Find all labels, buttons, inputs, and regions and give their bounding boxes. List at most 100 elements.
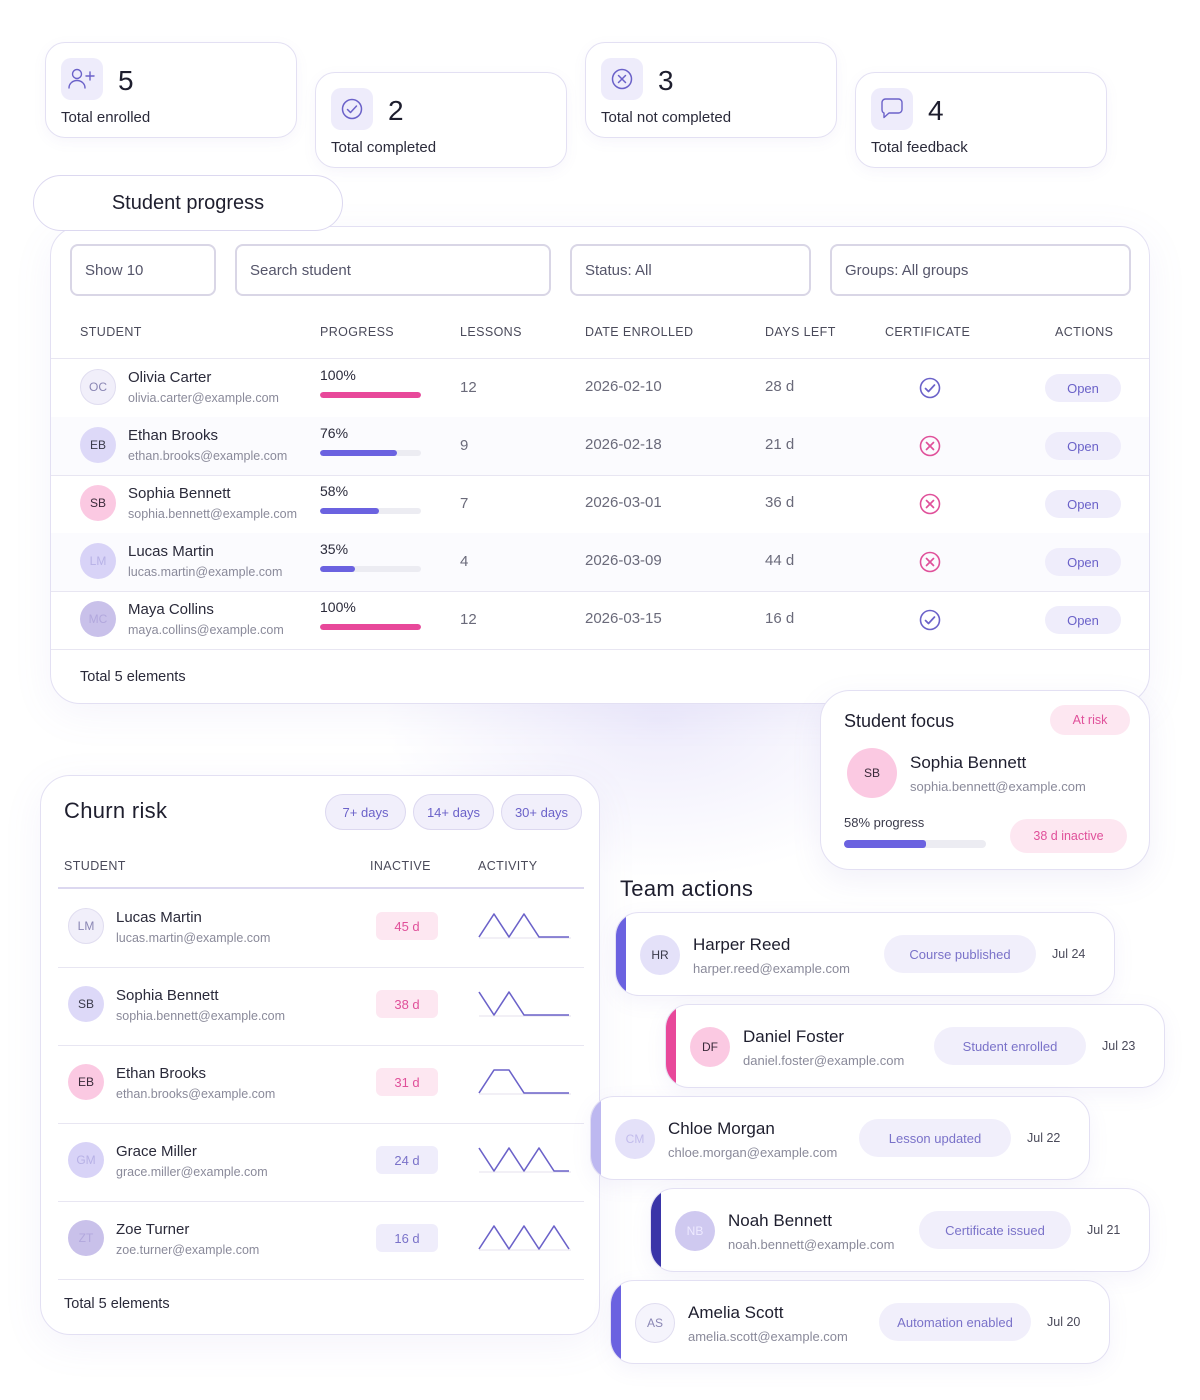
action-tag: Course published: [884, 935, 1036, 973]
avatar: EB: [80, 427, 116, 463]
churn-risk-card: Churn risk 7+ days 14+ days 30+ days STU…: [40, 775, 600, 1335]
stat-value: 2: [388, 95, 404, 126]
groups-select[interactable]: Groups: All groups: [830, 244, 1131, 296]
inactive-days-badge: 45 d: [376, 912, 438, 940]
column-header-student: STUDENT: [80, 325, 142, 339]
student-email: olivia.carter@example.com: [128, 391, 279, 405]
certificate-missing-icon: [919, 435, 941, 457]
stat-value: 5: [118, 65, 134, 96]
team-action-card[interactable]: DF Daniel Foster daniel.foster@example.com…: [665, 1004, 1165, 1088]
churn-risk-title: Churn risk: [64, 798, 168, 823]
team-action-card[interactable]: CM Chloe Morgan chloe.morgan@example.com Le…: [590, 1096, 1090, 1180]
open-button[interactable]: Open: [1045, 432, 1121, 460]
show-count-select[interactable]: Show 10: [70, 244, 216, 296]
team-action-card[interactable]: NB Noah Bennett noah.bennett@example.com Ce…: [650, 1188, 1150, 1272]
student-name: Ethan Brooks: [128, 427, 219, 444]
at-risk-badge: At risk: [1050, 705, 1130, 735]
search-input[interactable]: Search student: [235, 244, 551, 296]
student-name: Olivia Carter: [128, 369, 212, 386]
activity-line: [478, 913, 569, 938]
action-tag: Student enrolled: [934, 1027, 1086, 1065]
add-user-icon: [61, 58, 103, 100]
avatar: SB: [847, 748, 897, 798]
student-email: maya.collins@example.com: [128, 623, 284, 637]
table-row: LM Lucas Martin lucas.martin@example.com 45…: [58, 889, 584, 967]
certificate-issued-icon: [919, 377, 941, 399]
groups-value: Groups: All groups: [845, 261, 969, 279]
table-row: OC Olivia Carter olivia.carter@example.com…: [51, 359, 1149, 417]
progress-percent: 58%: [320, 483, 349, 499]
x-circle-icon: [601, 58, 643, 100]
member-name: Amelia Scott: [688, 1303, 784, 1322]
lessons-count: 9: [460, 437, 469, 454]
progress-percent: 76%: [320, 425, 349, 441]
activity-line: [478, 991, 569, 1016]
avatar: HR: [640, 935, 680, 975]
avatar: LM: [68, 908, 104, 944]
column-header-date-enrolled: DATE ENROLLED: [585, 325, 694, 339]
status-select[interactable]: Status: All: [570, 244, 811, 296]
open-button[interactable]: Open: [1045, 606, 1121, 634]
action-date: Jul 23: [1102, 1039, 1136, 1053]
member-name: Noah Bennett: [728, 1211, 832, 1230]
student-name: Zoe Turner: [116, 1221, 190, 1238]
member-email: harper.reed@example.com: [693, 961, 850, 976]
focus-progress-label: 58% progress: [844, 815, 925, 830]
team-action-card[interactable]: HR Harper Reed harper.reed@example.com Cour…: [615, 912, 1115, 996]
progress-bar: [320, 624, 421, 630]
avatar: MC: [80, 601, 116, 637]
member-email: daniel.foster@example.com: [743, 1053, 905, 1068]
table-total: Total 5 elements: [64, 1296, 170, 1312]
table-row: MC Maya Collins maya.collins@example.com 10…: [51, 591, 1149, 649]
student-name: Lucas Martin: [128, 543, 214, 560]
student-progress-title: Student progress: [33, 175, 343, 231]
accent-stripe: [616, 913, 626, 995]
date-enrolled: 2026-02-18: [585, 436, 662, 453]
student-name: Maya Collins: [128, 601, 214, 618]
student-email: lucas.martin@example.com: [128, 565, 283, 579]
stat-card-completed: 2 Total completed: [315, 72, 567, 168]
progress-bar-fill: [320, 624, 421, 630]
table-row: SB Sophia Bennett sophia.bennett@example.c…: [51, 475, 1149, 533]
avatar: NB: [675, 1211, 715, 1251]
focus-student-email: sophia.bennett@example.com: [910, 779, 1086, 794]
team-action-card[interactable]: AS Amelia Scott amelia.scott@example.com Au…: [610, 1280, 1110, 1364]
stat-label: Total not completed: [601, 109, 732, 126]
table-row: ZT Zoe Turner zoe.turner@example.com 16 d: [58, 1201, 584, 1279]
student-progress-card: Show 10 Search student Status: All Group…: [50, 226, 1150, 704]
column-header-actions: ACTIONS: [1055, 325, 1114, 339]
open-button[interactable]: Open: [1045, 548, 1121, 576]
activity-sparkline: [478, 913, 571, 939]
avatar: DF: [690, 1027, 730, 1067]
date-enrolled: 2026-03-09: [585, 552, 662, 569]
chip-30-days[interactable]: 30+ days: [501, 794, 582, 830]
student-name: Ethan Brooks: [116, 1065, 207, 1082]
action-tag: Certificate issued: [919, 1211, 1071, 1249]
chip-7-days[interactable]: 7+ days: [325, 794, 406, 830]
status-value: Status: All: [585, 261, 652, 279]
accent-stripe: [611, 1281, 621, 1363]
column-header-lessons: LESSONS: [460, 325, 522, 339]
progress-bar-fill: [320, 450, 397, 456]
student-name: Grace Miller: [116, 1143, 197, 1160]
activity-line: [478, 1225, 570, 1250]
show-count-value: Show 10: [85, 261, 144, 279]
days-left: 44 d: [765, 552, 795, 569]
stat-label: Total feedback: [871, 139, 968, 156]
action-tag: Lesson updated: [859, 1119, 1011, 1157]
activity-line: [478, 1147, 569, 1172]
inactive-days-badge: 38 d inactive: [1010, 819, 1127, 853]
activity-sparkline: [478, 1147, 571, 1173]
table-row: SB Sophia Bennett sophia.bennett@example.c…: [58, 967, 584, 1045]
column-header-activity: ACTIVITY: [478, 859, 538, 873]
search-placeholder: Search student: [250, 261, 351, 279]
open-button[interactable]: Open: [1045, 374, 1121, 402]
progress-bar: [320, 566, 421, 572]
open-button[interactable]: Open: [1045, 490, 1121, 518]
avatar: LM: [80, 543, 116, 579]
member-name: Chloe Morgan: [668, 1119, 775, 1138]
certificate-issued-icon: [919, 609, 941, 631]
student-email: ethan.brooks@example.com: [128, 449, 288, 463]
action-date: Jul 22: [1027, 1131, 1061, 1145]
chip-14-days[interactable]: 14+ days: [413, 794, 494, 830]
